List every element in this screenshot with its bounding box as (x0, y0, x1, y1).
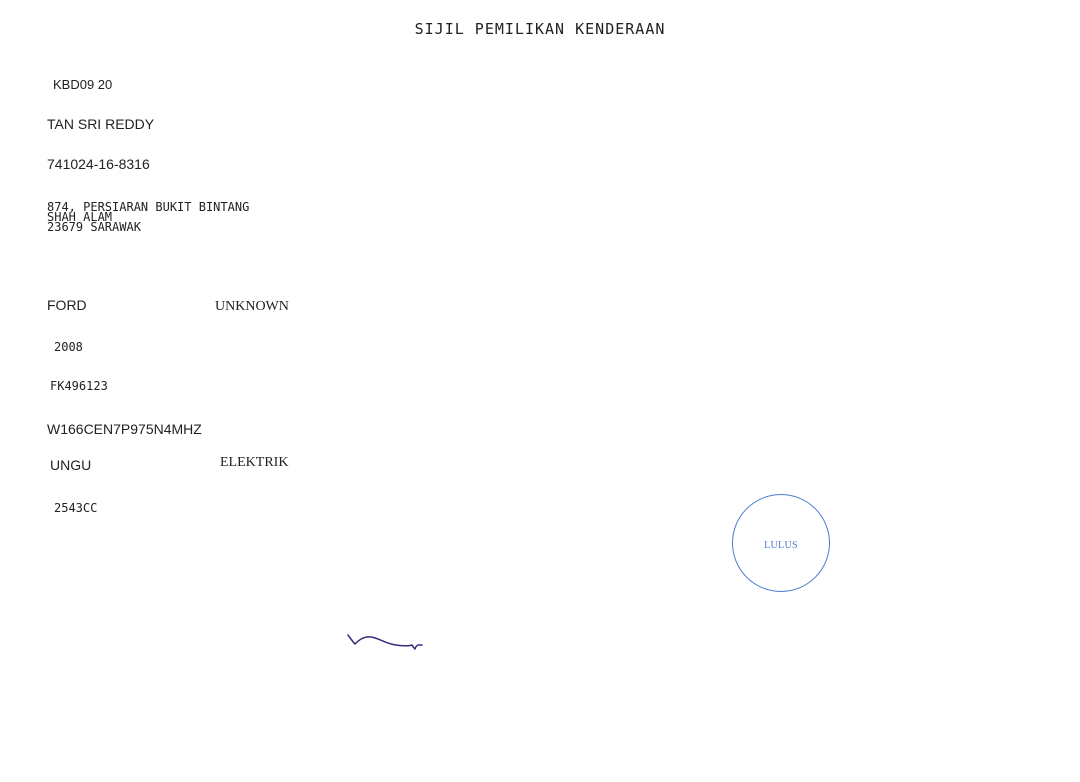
fuel-type: ELEKTRIK (220, 455, 289, 470)
manufacture-year: 2008 (54, 340, 83, 354)
chassis-number: W166CEN7P975N4MHZ (47, 421, 202, 437)
signature-stroke (347, 634, 423, 650)
vehicle-colour: UNGU (50, 457, 92, 473)
engine-number: FK496123 (50, 379, 108, 393)
engine-capacity: 2543CC (54, 501, 98, 515)
owner-name: TAN SRI REDDY (47, 116, 155, 132)
ic-number: 741024-16-8316 (47, 156, 150, 172)
stamp-text: LULUS (764, 540, 798, 551)
registration-number: KBD09 20 (53, 77, 113, 92)
vehicle-make: FORD (47, 297, 87, 313)
signature (347, 634, 423, 650)
vehicle-model: UNKNOWN (215, 299, 289, 314)
approval-stamp: LULUS (732, 494, 830, 592)
address-line-3: 23679 SARAWAK (47, 220, 141, 234)
document-title: SIJIL PEMILIKAN KENDERAAN (414, 20, 666, 38)
